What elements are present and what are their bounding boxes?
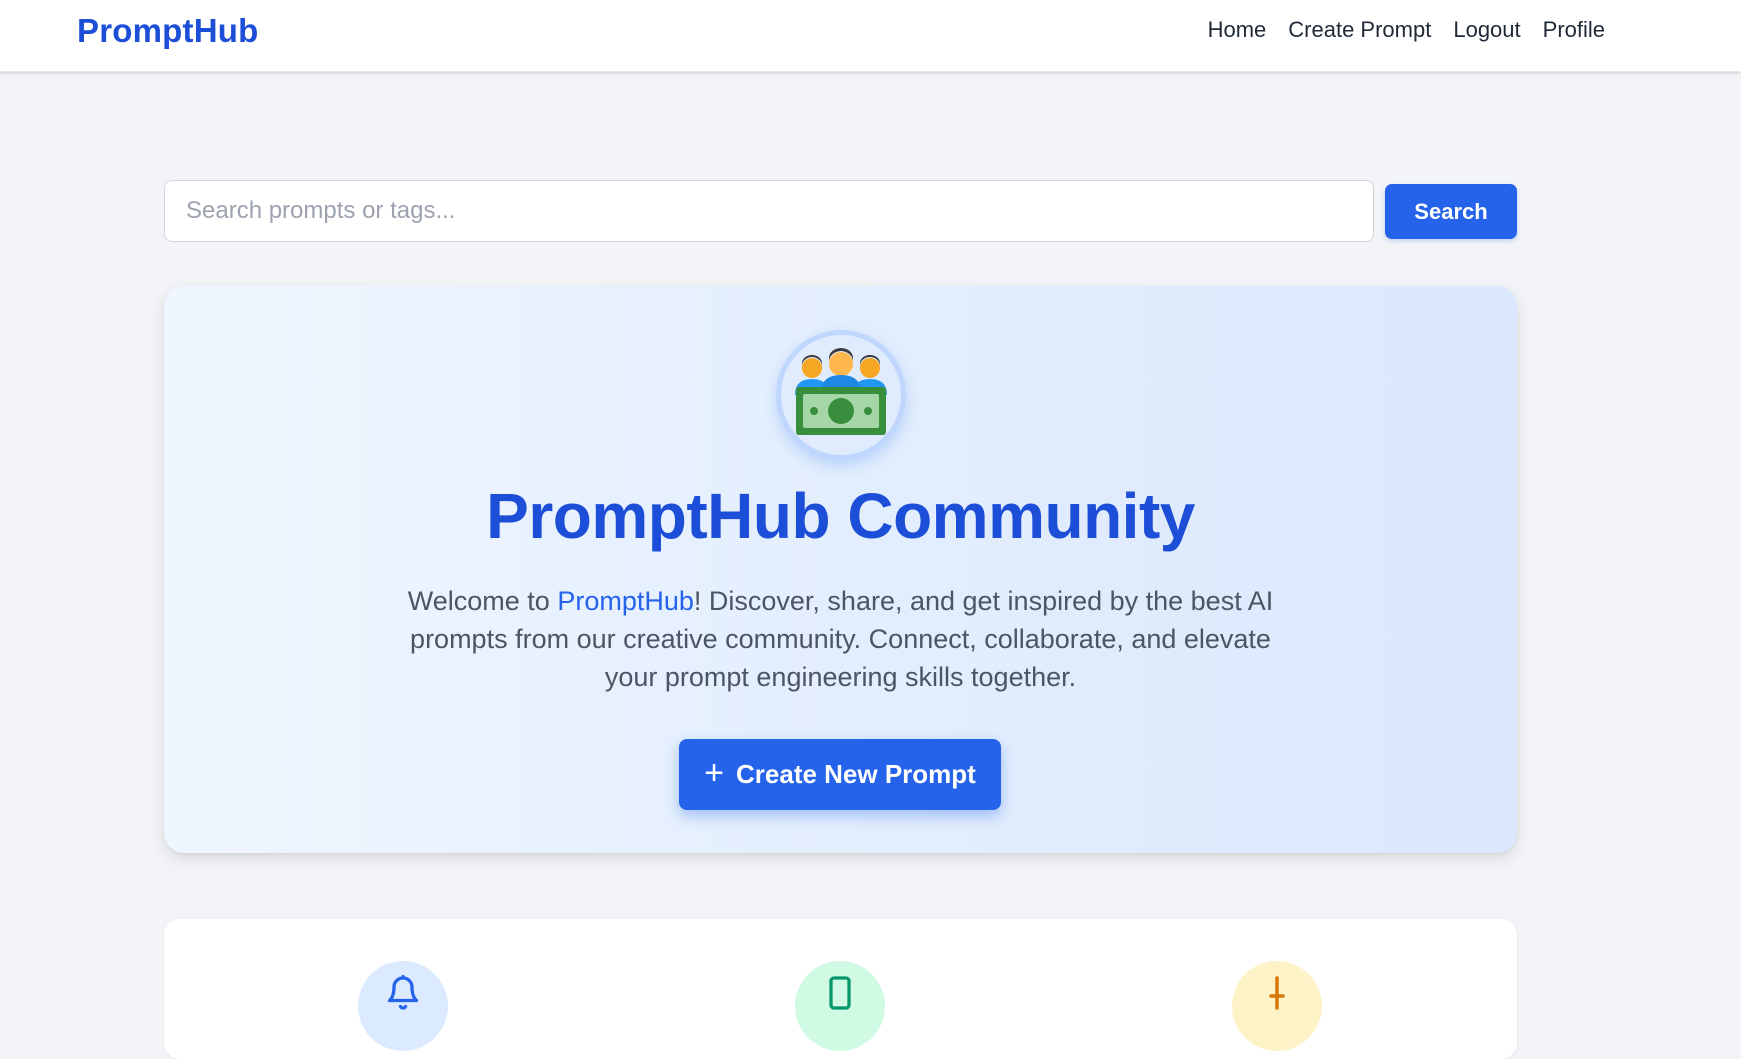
nav-link-create-prompt[interactable]: Create Prompt: [1288, 17, 1431, 43]
hero-card: PromptHub Community Welcome to PromptHub…: [164, 286, 1517, 853]
nav-link-home[interactable]: Home: [1208, 17, 1267, 43]
pen-icon: [1232, 961, 1322, 1051]
nav-link-profile[interactable]: Profile: [1543, 17, 1605, 43]
bell-icon: [358, 961, 448, 1051]
nav-links: Home Create Prompt Logout Profile: [1208, 17, 1605, 43]
hero-description: Welcome to PromptHub! Discover, share, a…: [390, 582, 1291, 696]
top-navbar: PromptHub Home Create Prompt Logout Prof…: [0, 0, 1741, 72]
nav-link-logout[interactable]: Logout: [1453, 17, 1520, 43]
search-input[interactable]: [164, 180, 1374, 242]
create-new-prompt-button[interactable]: + Create New Prompt: [679, 739, 1001, 810]
phone-icon: [795, 961, 885, 1051]
features-card: [164, 919, 1517, 1059]
search-bar: Search: [164, 180, 1517, 242]
community-money-icon: [776, 330, 906, 460]
search-button[interactable]: Search: [1385, 184, 1517, 239]
plus-icon: +: [704, 754, 724, 792]
brand-logo[interactable]: PromptHub: [77, 12, 258, 50]
hero-desc-brand: PromptHub: [557, 586, 694, 616]
create-new-prompt-label: Create New Prompt: [736, 759, 976, 789]
hero-title: PromptHub Community: [486, 480, 1195, 552]
hero-desc-prefix: Welcome to: [407, 586, 558, 616]
